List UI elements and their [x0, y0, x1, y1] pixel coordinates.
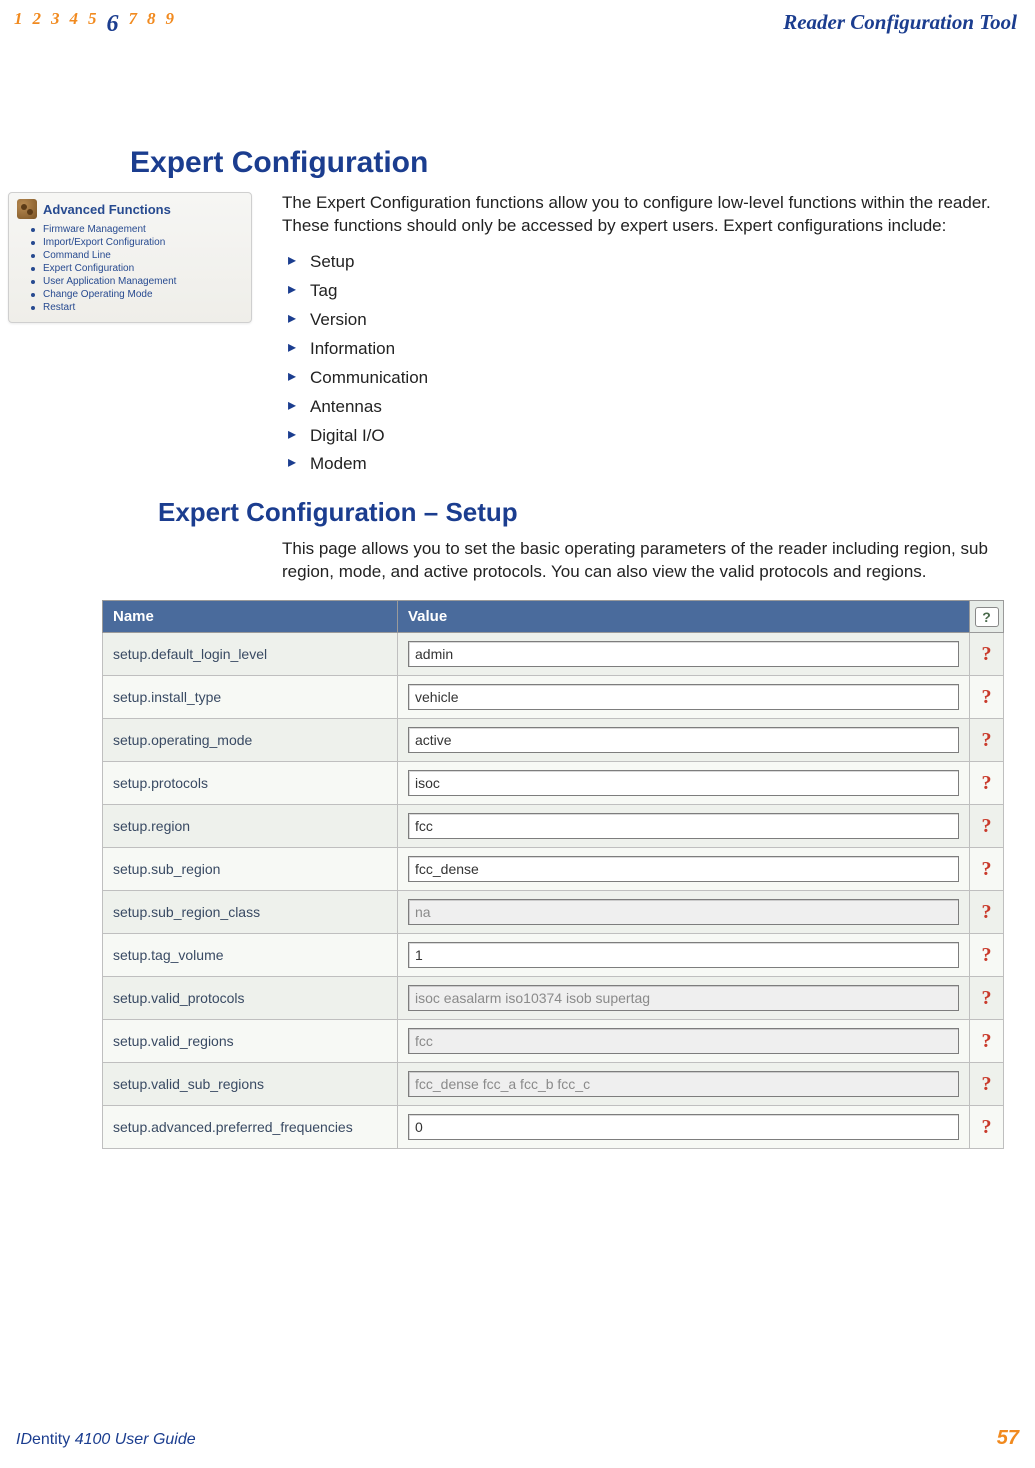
help-icon[interactable]: ?	[982, 686, 992, 708]
help-icon[interactable]: ?	[982, 729, 992, 751]
table-row: setup.valid_sub_regions?	[103, 1063, 1004, 1106]
feature-item: Information	[282, 335, 1022, 364]
param-name: setup.sub_region_class	[103, 891, 398, 934]
feature-item: Version	[282, 306, 1022, 335]
table-row: setup.advanced.preferred_frequencies?	[103, 1106, 1004, 1149]
param-input[interactable]	[408, 727, 959, 753]
panel-item[interactable]: Import/Export Configuration	[43, 236, 243, 249]
help-icon[interactable]: ?	[982, 944, 992, 966]
footer-page-number: 57	[997, 1427, 1019, 1450]
panel-item[interactable]: User Application Management	[43, 275, 243, 288]
section-heading: Expert Configuration	[130, 146, 1035, 180]
panel-title-text: Advanced Functions	[43, 202, 171, 217]
param-input	[408, 1071, 959, 1097]
panel-item[interactable]: Expert Configuration	[43, 262, 243, 275]
panel-item[interactable]: Change Operating Mode	[43, 288, 243, 301]
chapter-link-6[interactable]: 6	[107, 11, 119, 38]
param-input[interactable]	[408, 813, 959, 839]
footer-guide: IDentity 4100 User Guide	[16, 1431, 196, 1449]
param-input[interactable]	[408, 641, 959, 667]
tool-title: Reader Configuration Tool	[783, 10, 1017, 35]
help-icon[interactable]: ?	[982, 901, 992, 923]
table-row: setup.valid_protocols?	[103, 977, 1004, 1020]
chapter-link-8[interactable]: 8	[147, 9, 156, 36]
help-icon[interactable]: ?	[982, 1030, 992, 1052]
chapter-link-3[interactable]: 3	[51, 9, 60, 36]
help-icon[interactable]: ?	[982, 1116, 992, 1138]
feature-item: Modem	[282, 450, 1022, 479]
panel-item[interactable]: Restart	[43, 301, 243, 314]
param-name: setup.advanced.preferred_frequencies	[103, 1106, 398, 1149]
subsection-heading: Expert Configuration – Setup	[158, 497, 1035, 528]
feature-item: Digital I/O	[282, 422, 1022, 451]
col-header-name: Name	[103, 601, 398, 633]
param-input[interactable]	[408, 770, 959, 796]
help-icon[interactable]: ?	[982, 772, 992, 794]
help-icon[interactable]: ?	[982, 858, 992, 880]
table-row: setup.sub_region_class?	[103, 891, 1004, 934]
param-input[interactable]	[408, 684, 959, 710]
gear-icon	[17, 199, 37, 219]
feature-item: Setup	[282, 248, 1022, 277]
intro-paragraph: The Expert Configuration functions allow…	[282, 192, 1022, 238]
chapter-link-7[interactable]: 7	[129, 9, 138, 36]
chapter-link-4[interactable]: 4	[70, 9, 79, 36]
param-name: setup.install_type	[103, 676, 398, 719]
table-row: setup.operating_mode?	[103, 719, 1004, 762]
table-row: setup.tag_volume?	[103, 934, 1004, 977]
panel-item[interactable]: Command Line	[43, 249, 243, 262]
param-name: setup.valid_sub_regions	[103, 1063, 398, 1106]
subsection-paragraph: This page allows you to set the basic op…	[282, 538, 1022, 584]
table-row: setup.default_login_level?	[103, 633, 1004, 676]
param-name: setup.valid_regions	[103, 1020, 398, 1063]
param-name: setup.valid_protocols	[103, 977, 398, 1020]
param-input[interactable]	[408, 942, 959, 968]
param-name: setup.sub_region	[103, 848, 398, 891]
param-input	[408, 899, 959, 925]
chapter-link-9[interactable]: 9	[166, 9, 175, 36]
param-input[interactable]	[408, 856, 959, 882]
table-row: setup.sub_region?	[103, 848, 1004, 891]
table-row: setup.valid_regions?	[103, 1020, 1004, 1063]
panel-item[interactable]: Firmware Management	[43, 223, 243, 236]
chapter-nav: 123456789	[14, 9, 174, 36]
chapter-link-5[interactable]: 5	[88, 9, 97, 36]
help-icon[interactable]: ?	[975, 607, 999, 627]
param-name: setup.protocols	[103, 762, 398, 805]
feature-item: Antennas	[282, 393, 1022, 422]
page-footer: IDentity 4100 User Guide 57	[0, 1427, 1035, 1450]
help-icon[interactable]: ?	[982, 1073, 992, 1095]
param-name: setup.region	[103, 805, 398, 848]
feature-list: SetupTagVersionInformationCommunicationA…	[282, 248, 1022, 480]
config-table: Name Value ? setup.default_login_level?s…	[102, 600, 1004, 1149]
advanced-functions-panel: Advanced Functions Firmware ManagementIm…	[8, 192, 252, 323]
help-icon[interactable]: ?	[982, 643, 992, 665]
col-header-help[interactable]: ?	[970, 601, 1004, 633]
topbar: 123456789 Reader Configuration Tool	[0, 8, 1035, 36]
table-row: setup.install_type?	[103, 676, 1004, 719]
table-row: setup.region?	[103, 805, 1004, 848]
param-name: setup.operating_mode	[103, 719, 398, 762]
param-name: setup.tag_volume	[103, 934, 398, 977]
feature-item: Communication	[282, 364, 1022, 393]
help-icon[interactable]: ?	[982, 815, 992, 837]
feature-item: Tag	[282, 277, 1022, 306]
chapter-link-1[interactable]: 1	[14, 9, 23, 36]
param-input	[408, 1028, 959, 1054]
help-icon[interactable]: ?	[982, 987, 992, 1009]
param-input[interactable]	[408, 1114, 959, 1140]
chapter-link-2[interactable]: 2	[33, 9, 42, 36]
table-row: setup.protocols?	[103, 762, 1004, 805]
param-name: setup.default_login_level	[103, 633, 398, 676]
col-header-value: Value	[398, 601, 970, 633]
page-body: Expert Configuration Advanced Functions …	[0, 36, 1035, 1149]
param-input	[408, 985, 959, 1011]
